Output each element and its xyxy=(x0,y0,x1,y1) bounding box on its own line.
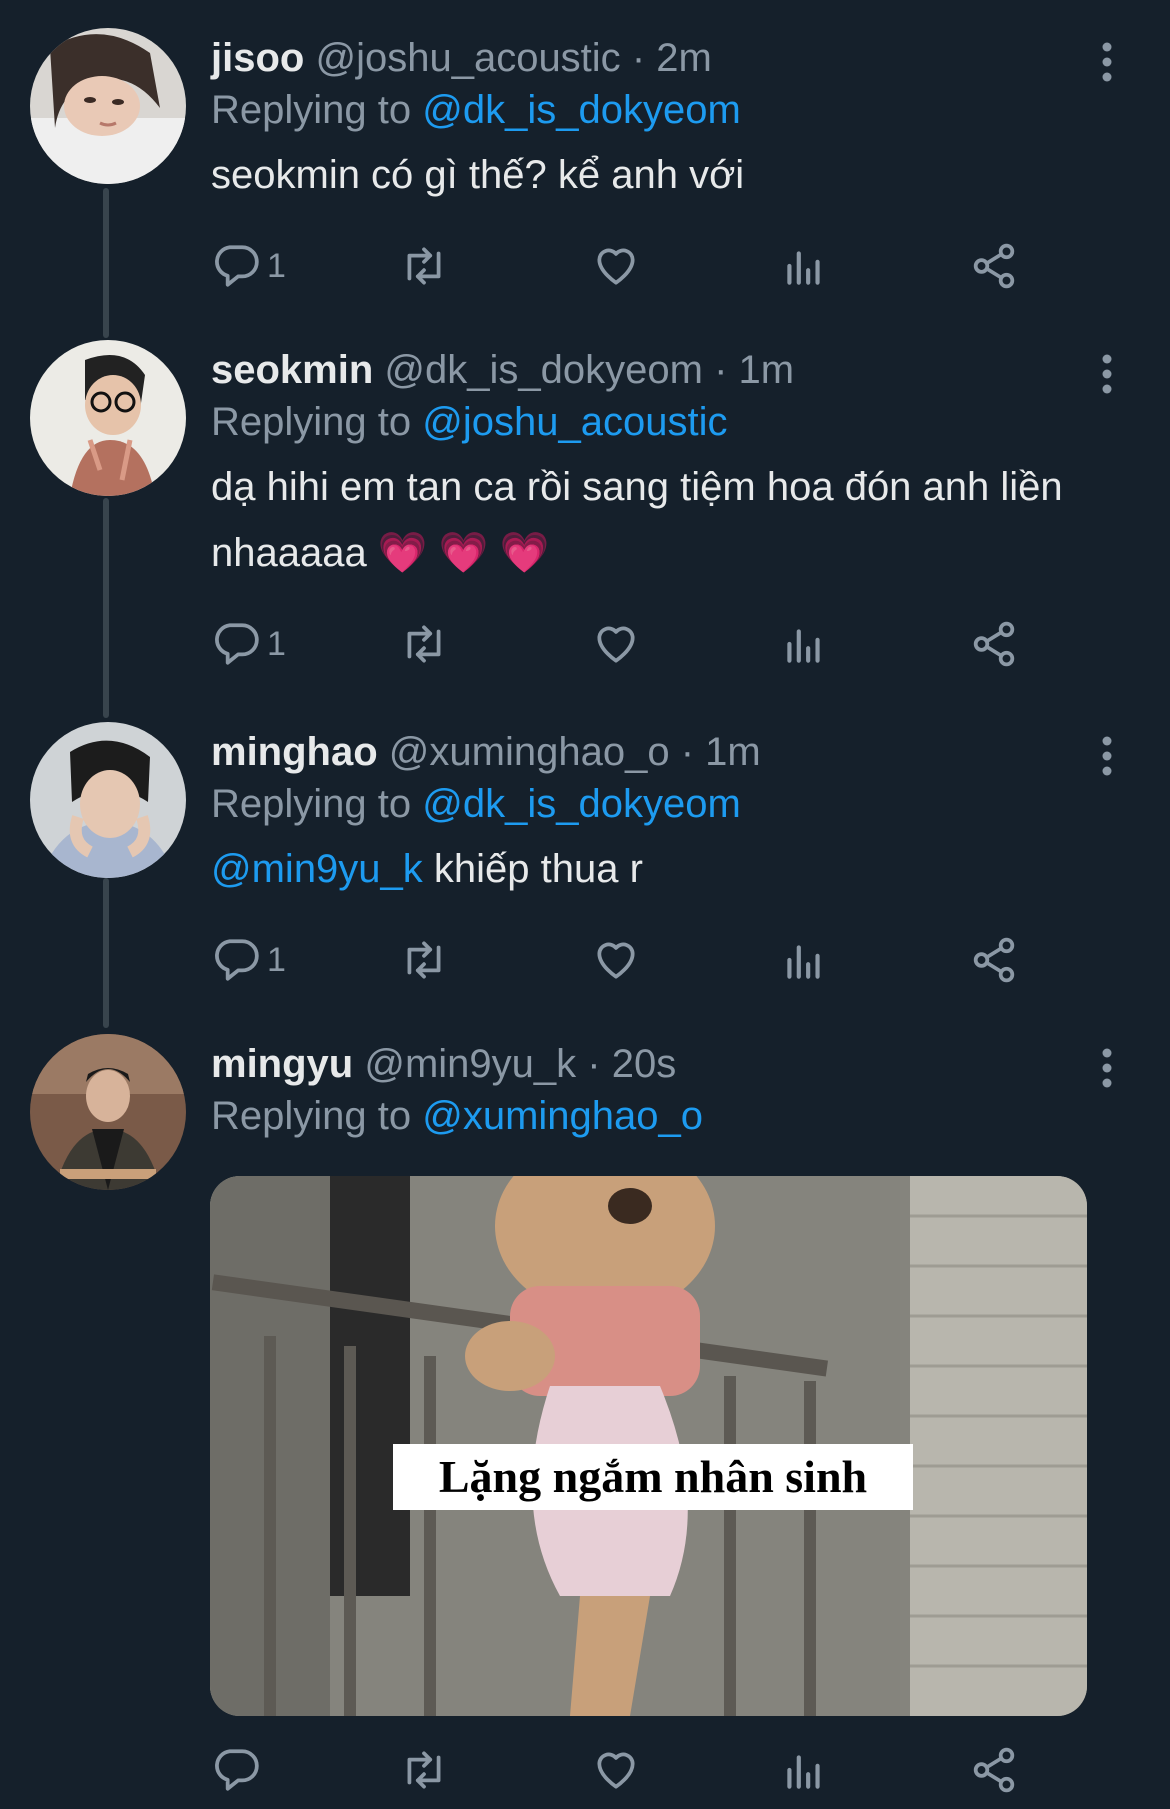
like-button[interactable] xyxy=(591,932,641,988)
tweet-media-image[interactable]: Lặng ngắm nhân sinh xyxy=(210,1176,1087,1716)
heart-icon xyxy=(597,248,635,285)
share-icon xyxy=(973,243,1015,289)
tweet-text-body: khiếp thua r xyxy=(422,847,643,891)
replying-label: Replying to xyxy=(211,782,412,826)
reply-button[interactable]: 1 xyxy=(211,238,286,294)
share-button[interactable] xyxy=(969,1742,1019,1798)
separator-dot: · xyxy=(631,36,646,80)
tweet-text: dạ hihi em tan ca rồi sang tiệm hoa đón … xyxy=(211,465,1063,575)
replying-label: Replying to xyxy=(211,1094,412,1138)
separator-dot: · xyxy=(680,730,695,774)
views-button[interactable] xyxy=(779,616,829,672)
reply-icon xyxy=(215,245,259,287)
share-button[interactable] xyxy=(969,932,1019,988)
like-button[interactable] xyxy=(591,1742,641,1798)
reply-button[interactable]: 1 xyxy=(211,932,286,988)
like-button[interactable] xyxy=(591,616,641,672)
share-icon xyxy=(973,1747,1015,1793)
replying-to: Replying to @xuminghao_o xyxy=(211,1090,703,1142)
reply-icon xyxy=(215,1749,259,1791)
retweet-button[interactable] xyxy=(399,1742,449,1798)
like-button[interactable] xyxy=(591,238,641,294)
replying-mention[interactable]: @dk_is_dokyeom xyxy=(422,88,741,132)
analytics-icon xyxy=(787,1755,820,1789)
tweet-text: seokmin có gì thế? kể anh với xyxy=(211,153,745,197)
reply-button[interactable] xyxy=(211,1742,267,1798)
avatar[interactable] xyxy=(30,722,186,878)
timestamp[interactable]: 20s xyxy=(612,1042,677,1086)
heart-icon xyxy=(597,626,635,663)
tweet-header: minghao @xuminghao_o · 1m xyxy=(211,726,761,778)
display-name[interactable]: jisoo xyxy=(211,36,304,80)
analytics-icon xyxy=(787,251,820,285)
views-button[interactable] xyxy=(779,238,829,294)
reply-icon xyxy=(215,623,259,665)
reply-count: 1 xyxy=(267,624,286,663)
views-button[interactable] xyxy=(779,932,829,988)
retweet-icon xyxy=(407,247,441,285)
media-caption: Lặng ngắm nhân sinh xyxy=(393,1444,913,1510)
user-handle[interactable]: @xuminghao_o xyxy=(389,730,670,774)
avatar[interactable] xyxy=(30,28,186,184)
avatar[interactable] xyxy=(30,1034,186,1190)
display-name[interactable]: mingyu xyxy=(211,1042,353,1086)
retweet-icon xyxy=(407,941,441,979)
user-handle[interactable]: @joshu_acoustic xyxy=(315,36,620,80)
share-button[interactable] xyxy=(969,616,1019,672)
action-bar xyxy=(211,1742,1051,1798)
action-bar: 1 xyxy=(211,238,1051,294)
replying-label: Replying to xyxy=(211,88,412,132)
analytics-icon xyxy=(787,629,820,663)
views-button[interactable] xyxy=(779,1742,829,1798)
reply-button[interactable]: 1 xyxy=(211,616,286,672)
text-mention[interactable]: @min9yu_k xyxy=(211,847,423,891)
more-icon[interactable] xyxy=(1102,736,1112,776)
retweet-icon xyxy=(407,625,441,663)
replying-mention[interactable]: @dk_is_dokyeom xyxy=(422,782,741,826)
replying-to: Replying to @dk_is_dokyeom xyxy=(211,778,741,830)
replying-mention[interactable]: @xuminghao_o xyxy=(422,1094,703,1138)
user-handle[interactable]: @dk_is_dokyeom xyxy=(384,348,703,392)
separator-dot: · xyxy=(714,348,728,392)
tweet-header: seokmin @dk_is_dokyeom · 1m xyxy=(211,344,794,396)
avatar[interactable] xyxy=(30,340,186,496)
share-icon xyxy=(973,937,1015,983)
user-handle[interactable]: @min9yu_k xyxy=(364,1042,576,1086)
replying-mention[interactable]: @joshu_acoustic xyxy=(422,400,727,444)
tweet[interactable]: seokmin @dk_is_dokyeom · 1m Replying to … xyxy=(0,340,1170,700)
display-name[interactable]: minghao xyxy=(211,730,378,774)
timestamp[interactable]: 1m xyxy=(739,348,795,392)
retweet-button[interactable] xyxy=(399,616,449,672)
action-bar: 1 xyxy=(211,616,1051,672)
more-icon[interactable] xyxy=(1102,42,1112,82)
tweet-header: jisoo @joshu_acoustic · 2m xyxy=(211,32,712,84)
tweet[interactable]: jisoo @joshu_acoustic · 2m Replying to @… xyxy=(0,28,1170,318)
separator-dot: · xyxy=(587,1042,601,1086)
replying-label: Replying to xyxy=(211,400,412,444)
tweet-header: mingyu @min9yu_k · 20s xyxy=(211,1038,676,1090)
retweet-button[interactable] xyxy=(399,932,449,988)
retweet-button[interactable] xyxy=(399,238,449,294)
analytics-icon xyxy=(787,945,820,979)
heart-icon xyxy=(597,1752,635,1789)
timestamp[interactable]: 1m xyxy=(705,730,761,774)
tweet[interactable]: minghao @xuminghao_o · 1m Replying to @d… xyxy=(0,722,1170,1012)
more-icon[interactable] xyxy=(1102,1048,1112,1088)
tweet-text: @min9yu_k khiếp thua r xyxy=(211,836,1091,902)
action-bar: 1 xyxy=(211,932,1051,988)
replying-to: Replying to @dk_is_dokyeom xyxy=(211,84,741,136)
tweet[interactable]: mingyu @min9yu_k · 20s Replying to @xumi… xyxy=(0,1034,1170,1804)
reply-icon xyxy=(215,939,259,981)
reply-count: 1 xyxy=(267,940,286,979)
retweet-icon xyxy=(407,1751,441,1789)
heart-icon xyxy=(597,942,635,979)
reply-count: 1 xyxy=(267,246,286,285)
replying-to: Replying to @joshu_acoustic xyxy=(211,396,727,448)
display-name[interactable]: seokmin xyxy=(211,348,373,392)
share-button[interactable] xyxy=(969,238,1019,294)
share-icon xyxy=(973,621,1015,667)
more-icon[interactable] xyxy=(1102,354,1112,394)
timestamp[interactable]: 2m xyxy=(656,36,712,80)
